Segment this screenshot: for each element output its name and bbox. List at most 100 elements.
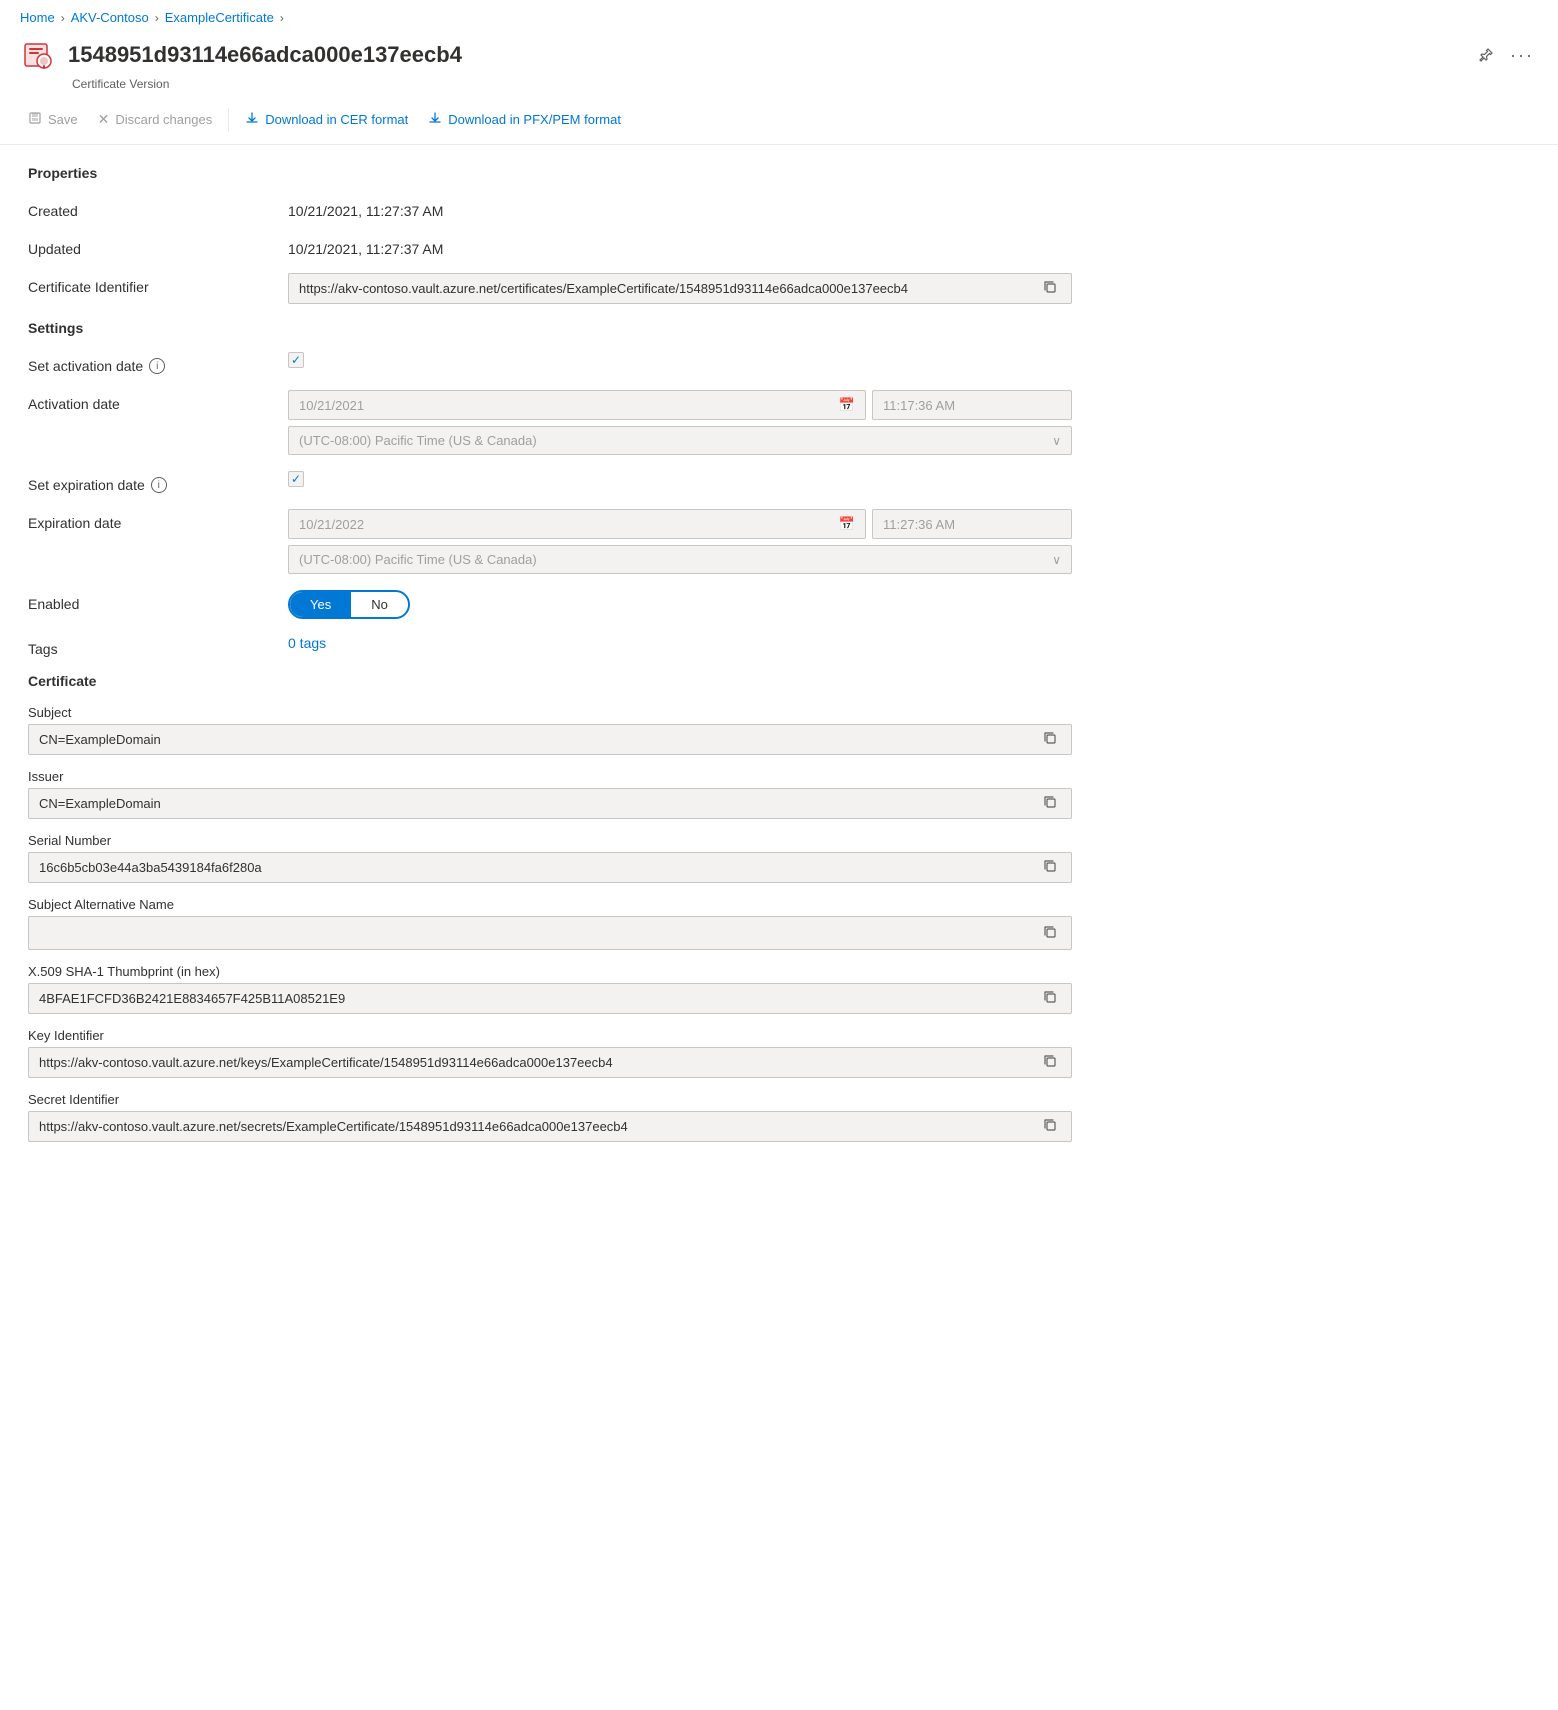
updated-value: 10/21/2021, 11:27:37 AM — [288, 235, 1072, 257]
download-cer-label: Download in CER format — [265, 112, 408, 127]
expiration-info-icon: i — [151, 477, 167, 493]
header-actions: ··· — [1474, 41, 1538, 70]
issuer-copy-button[interactable] — [1039, 795, 1061, 812]
activation-date-label: Activation date — [28, 390, 288, 412]
enabled-label: Enabled — [28, 590, 288, 612]
san-label: Subject Alternative Name — [28, 897, 1072, 912]
cert-id-copy-button[interactable] — [1039, 280, 1061, 297]
breadcrumb-akv[interactable]: AKV-Contoso — [71, 10, 149, 25]
san-copy-button[interactable] — [1039, 925, 1061, 942]
activation-date-field-row: Activation date 10/21/2021 📅 11:17:36 AM… — [28, 390, 1072, 455]
expiration-calendar-icon: 📅 — [839, 516, 855, 532]
key-id-text: https://akv-contoso.vault.azure.net/keys… — [39, 1055, 1039, 1070]
updated-field-row: Updated 10/21/2021, 11:27:37 AM — [28, 235, 1072, 257]
set-activation-checkbox[interactable]: ✓ — [288, 352, 304, 368]
activation-timezone-dropdown[interactable]: (UTC-08:00) Pacific Time (US & Canada) ∨ — [288, 426, 1072, 455]
set-expiration-checkbox[interactable]: ✓ — [288, 471, 304, 487]
set-expiration-field-row: Set expiration date i ✓ — [28, 471, 1072, 493]
download-cer-button[interactable]: Download in CER format — [237, 105, 416, 134]
cert-id-label: Certificate Identifier — [28, 273, 288, 295]
expiration-time-input[interactable]: 11:27:36 AM — [872, 509, 1072, 539]
serial-copy-button[interactable] — [1039, 859, 1061, 876]
key-id-label: Key Identifier — [28, 1028, 1072, 1043]
discard-icon: ✕ — [98, 111, 110, 128]
yes-button[interactable]: Yes — [290, 592, 351, 617]
issuer-input: CN=ExampleDomain — [28, 788, 1072, 819]
download-cer-icon — [245, 111, 259, 128]
expiration-time-text: 11:27:36 AM — [883, 517, 955, 532]
save-icon — [28, 111, 42, 128]
toolbar: Save ✕ Discard changes Download in CER f… — [0, 99, 1558, 145]
key-id-input: https://akv-contoso.vault.azure.net/keys… — [28, 1047, 1072, 1078]
activation-time-input[interactable]: 11:17:36 AM — [872, 390, 1072, 420]
activation-tz-chevron: ∨ — [1052, 434, 1061, 448]
expiration-tz-text: (UTC-08:00) Pacific Time (US & Canada) — [299, 552, 537, 567]
subject-text: CN=ExampleDomain — [39, 732, 1039, 747]
toolbar-divider-1 — [228, 108, 229, 132]
discard-label: Discard changes — [115, 112, 212, 127]
thumbprint-input: 4BFAE1FCFD36B2421E8834657F425B11A08521E9 — [28, 983, 1072, 1014]
page-header: 1548951d93114e66adca000e137eecb4 ··· — [0, 31, 1558, 75]
set-activation-wrap: ✓ — [288, 352, 1072, 368]
discard-button[interactable]: ✕ Discard changes — [90, 105, 221, 134]
set-expiration-wrap: ✓ — [288, 471, 1072, 487]
issuer-text: CN=ExampleDomain — [39, 796, 1039, 811]
activation-datetime-block: 10/21/2021 📅 11:17:36 AM (UTC-08:00) Pac… — [288, 390, 1072, 455]
properties-section-title: Properties — [28, 165, 1072, 181]
created-value: 10/21/2021, 11:27:37 AM — [288, 197, 1072, 219]
thumbprint-copy-button[interactable] — [1039, 990, 1061, 1007]
expiration-timezone-dropdown[interactable]: (UTC-08:00) Pacific Time (US & Canada) ∨ — [288, 545, 1072, 574]
yes-no-toggle: Yes No — [288, 590, 410, 619]
page-title: 1548951d93114e66adca000e137eecb4 — [68, 42, 1462, 68]
more-button[interactable]: ··· — [1506, 41, 1538, 70]
breadcrumb-sep-1: › — [61, 11, 65, 25]
serial-block: Serial Number 16c6b5cb03e44a3ba5439184fa… — [28, 833, 1072, 883]
secret-id-label: Secret Identifier — [28, 1092, 1072, 1107]
activation-tz-text: (UTC-08:00) Pacific Time (US & Canada) — [299, 433, 537, 448]
activation-date-input[interactable]: 10/21/2021 📅 — [288, 390, 866, 420]
secret-id-input: https://akv-contoso.vault.azure.net/secr… — [28, 1111, 1072, 1142]
san-block: Subject Alternative Name — [28, 897, 1072, 950]
pin-button[interactable] — [1474, 43, 1498, 67]
tags-wrap: 0 tags — [288, 635, 1072, 651]
set-expiration-label: Set expiration date i — [28, 471, 288, 493]
certificate-section-title: Certificate — [28, 673, 1072, 689]
breadcrumb-home[interactable]: Home — [20, 10, 55, 25]
download-pfx-button[interactable]: Download in PFX/PEM format — [420, 105, 629, 134]
cert-id-input-wrap: https://akv-contoso.vault.azure.net/cert… — [288, 273, 1072, 304]
updated-label: Updated — [28, 235, 288, 257]
breadcrumb: Home › AKV-Contoso › ExampleCertificate … — [0, 0, 1558, 31]
secret-id-copy-button[interactable] — [1039, 1118, 1061, 1135]
breadcrumb-sep-3: › — [280, 11, 284, 25]
subject-copy-button[interactable] — [1039, 731, 1061, 748]
subject-input: CN=ExampleDomain — [28, 724, 1072, 755]
activation-calendar-icon: 📅 — [839, 397, 855, 413]
key-id-copy-button[interactable] — [1039, 1054, 1061, 1071]
expiration-date-input[interactable]: 10/21/2022 📅 — [288, 509, 866, 539]
key-id-block: Key Identifier https://akv-contoso.vault… — [28, 1028, 1072, 1078]
expiration-datetime-block: 10/21/2022 📅 11:27:36 AM (UTC-08:00) Pac… — [288, 509, 1072, 574]
cert-id-field-row: Certificate Identifier https://akv-conto… — [28, 273, 1072, 304]
cert-id-input: https://akv-contoso.vault.azure.net/cert… — [288, 273, 1072, 304]
breadcrumb-cert[interactable]: ExampleCertificate — [165, 10, 274, 25]
settings-section-title: Settings — [28, 320, 1072, 336]
enabled-field-row: Enabled Yes No — [28, 590, 1072, 619]
save-button[interactable]: Save — [20, 105, 86, 134]
serial-text: 16c6b5cb03e44a3ba5439184fa6f280a — [39, 860, 1039, 875]
breadcrumb-sep-2: › — [155, 11, 159, 25]
activation-info-icon: i — [149, 358, 165, 374]
enabled-toggle: Yes No — [288, 590, 410, 619]
subject-label: Subject — [28, 705, 1072, 720]
serial-input: 16c6b5cb03e44a3ba5439184fa6f280a — [28, 852, 1072, 883]
activation-time-text: 11:17:36 AM — [883, 398, 955, 413]
tags-link[interactable]: 0 tags — [288, 635, 326, 651]
created-field-row: Created 10/21/2021, 11:27:37 AM — [28, 197, 1072, 219]
no-button[interactable]: No — [351, 592, 408, 617]
activation-date-text: 10/21/2021 — [299, 398, 364, 413]
set-activation-field-row: Set activation date i ✓ — [28, 352, 1072, 374]
enabled-wrap: Yes No — [288, 590, 1072, 619]
subject-block: Subject CN=ExampleDomain — [28, 705, 1072, 755]
thumbprint-label: X.509 SHA-1 Thumbprint (in hex) — [28, 964, 1072, 979]
issuer-label: Issuer — [28, 769, 1072, 784]
activation-date-time-row: 10/21/2021 📅 11:17:36 AM — [288, 390, 1072, 420]
